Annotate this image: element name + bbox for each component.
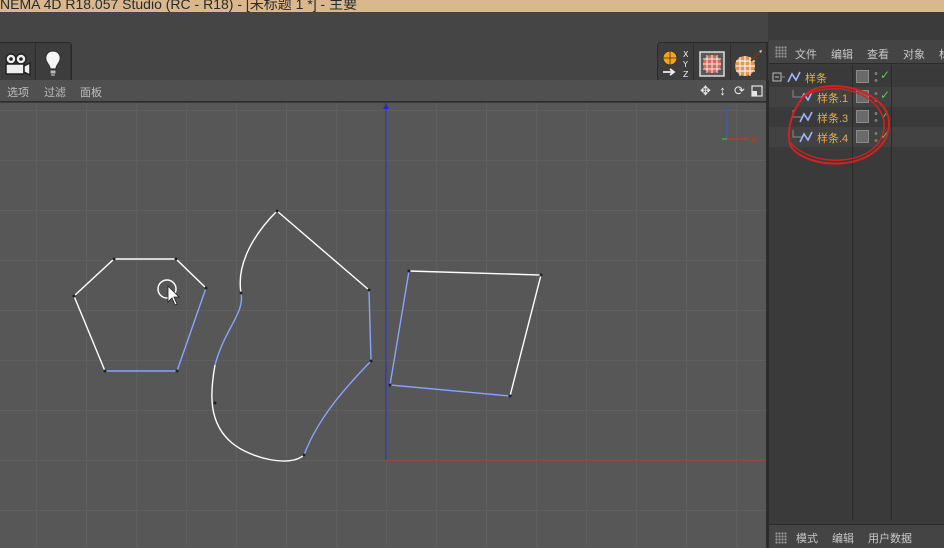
title-bar: NEMA 4D R18.057 Studio (RC - R18) - [未标题… [0, 0, 944, 12]
z-label: Z [683, 70, 689, 79]
vertex-points [72, 209, 543, 457]
object-label[interactable]: 样条.1 [817, 90, 848, 106]
layout-icon[interactable] [749, 83, 764, 98]
coordinate-system-icon: X Y Z [662, 50, 689, 79]
enabled-check-icon[interactable]: ✓ [880, 128, 890, 142]
object-label[interactable]: 样条.3 [817, 110, 848, 126]
viewport-nav-icons: ✥ ↕ ⟳ [698, 83, 764, 98]
spline-icon [799, 131, 813, 143]
spline-hexagon[interactable] [73, 258, 207, 372]
y-label: Y [682, 60, 688, 69]
rotate-icon[interactable]: ⟳ [732, 83, 747, 98]
viewport[interactable]: Y X [0, 103, 766, 548]
visibility-dots-icon[interactable] [873, 130, 879, 144]
object-manager-panel: 文件 编辑 查看 对象 标 样条 ✓ 样条.1 ✓ 样条.3 ✓ [769, 40, 944, 548]
light-button[interactable] [36, 43, 71, 85]
spline-icon [799, 111, 813, 123]
visibility-dots-icon[interactable] [873, 70, 879, 84]
tree-collapse-icon[interactable] [772, 70, 786, 84]
render-region-button[interactable] [694, 43, 731, 85]
column-divider[interactable] [852, 65, 853, 520]
coordinate-system-button[interactable]: X Y Z [658, 43, 695, 85]
axis-gizmo: Y X [722, 108, 757, 146]
window-title: NEMA 4D R18.057 Studio (RC - R18) - [未标题… [0, 0, 358, 12]
enabled-check-icon[interactable]: ✓ [880, 108, 890, 122]
render-settings-icon [735, 50, 763, 76]
viewport-menubar: 选项 过滤 面板 ✥ ↕ ⟳ [0, 80, 768, 102]
layer-tag-icon[interactable] [856, 70, 869, 83]
om-menu-view[interactable]: 查看 [867, 46, 889, 62]
am-menu-edit[interactable]: 编辑 [832, 530, 854, 546]
attribute-manager-menubar: 模式 编辑 用户数据 [769, 524, 944, 548]
am-menu-userdata[interactable]: 用户数据 [868, 530, 912, 546]
spline-freeform[interactable] [211, 210, 372, 462]
menu-options[interactable]: 选项 [7, 84, 29, 100]
menu-filter[interactable]: 过滤 [44, 84, 66, 100]
gizmo-y-label: Y [723, 108, 730, 118]
object-label[interactable]: 样条 [805, 70, 827, 86]
x-label: X [683, 50, 689, 59]
object-row[interactable]: 样条.3 ✓ [769, 107, 944, 127]
zoom-icon[interactable]: ↕ [715, 83, 730, 98]
object-label[interactable]: 样条.4 [817, 130, 848, 146]
render-settings-button[interactable] [731, 43, 767, 85]
column-divider[interactable] [891, 65, 892, 520]
toolbar-area: X Y Z [0, 12, 768, 86]
panel-grip-icon[interactable] [775, 46, 787, 58]
cursor-icon [157, 279, 180, 306]
object-row[interactable]: 样条.4 ✓ [769, 127, 944, 147]
layer-tag-icon[interactable] [856, 130, 869, 143]
om-menu-object[interactable]: 对象 [903, 46, 925, 62]
object-manager-menubar: 文件 编辑 查看 对象 标 [769, 40, 944, 64]
spline-icon [787, 71, 801, 83]
object-list: 样条 ✓ 样条.1 ✓ 样条.3 ✓ 样条.4 ✓ [769, 65, 944, 521]
om-menu-tag[interactable]: 标 [939, 46, 944, 62]
panel-grip-icon[interactable] [775, 532, 787, 544]
render-region-icon [699, 51, 725, 77]
move-icon[interactable]: ✥ [698, 83, 713, 98]
visibility-dots-icon[interactable] [873, 90, 879, 104]
visibility-dots-icon[interactable] [873, 110, 879, 124]
light-icon [44, 50, 61, 76]
layer-tag-icon[interactable] [856, 90, 869, 103]
om-menu-edit[interactable]: 编辑 [831, 46, 853, 62]
object-row[interactable]: 样条 ✓ [769, 67, 944, 87]
om-menu-file[interactable]: 文件 [795, 46, 817, 62]
enabled-check-icon[interactable]: ✓ [880, 88, 890, 102]
object-row[interactable]: 样条.1 ✓ [769, 87, 944, 107]
layer-tag-icon[interactable] [856, 110, 869, 123]
camera-button[interactable] [0, 43, 36, 85]
camera-icon [5, 53, 31, 77]
am-menu-mode[interactable]: 模式 [796, 530, 818, 546]
spline-quad[interactable] [389, 270, 542, 397]
spline-icon [799, 91, 813, 103]
menu-panel[interactable]: 面板 [80, 84, 102, 100]
gizmo-x-label: X [751, 136, 757, 146]
viewport-canvas: Y X [72, 103, 766, 462]
enabled-check-icon[interactable]: ✓ [880, 68, 890, 82]
